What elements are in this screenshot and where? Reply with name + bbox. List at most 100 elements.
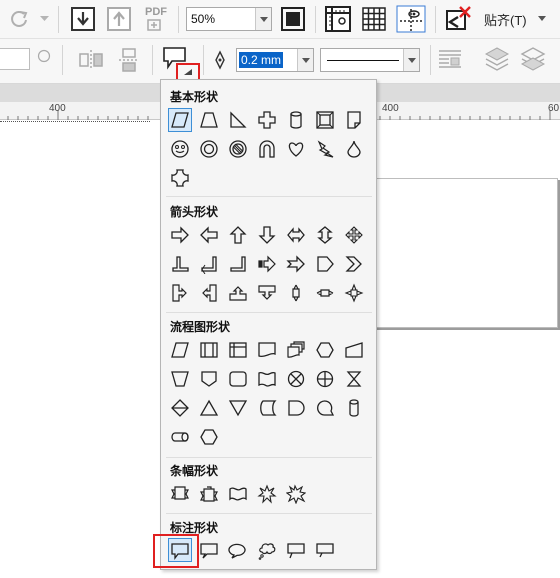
mirror-vertical-icon[interactable] bbox=[116, 47, 142, 73]
shape-sequential-access[interactable] bbox=[315, 398, 335, 418]
shape-punched-tape[interactable] bbox=[257, 369, 277, 389]
shape-manual-input[interactable] bbox=[344, 340, 364, 360]
show-guidelines-icon[interactable] bbox=[396, 5, 426, 33]
mirror-horizontal-icon[interactable] bbox=[78, 47, 104, 73]
shape-oval-callout[interactable] bbox=[228, 540, 248, 560]
shape-bent-up-arrow[interactable] bbox=[170, 254, 190, 274]
shape-arrow-callout-f[interactable] bbox=[315, 283, 335, 303]
shape-delay[interactable] bbox=[286, 398, 306, 418]
shape-lightning[interactable] bbox=[315, 139, 335, 159]
shape-striped-arrow[interactable] bbox=[257, 254, 277, 274]
to-back-icon[interactable] bbox=[520, 46, 546, 74]
shape-explosion-2[interactable] bbox=[286, 484, 306, 504]
shape-bent-arrow-b[interactable] bbox=[228, 254, 248, 274]
shape-frame[interactable] bbox=[315, 110, 335, 130]
shape-sort[interactable] bbox=[170, 398, 190, 418]
shape-arrow-quad[interactable] bbox=[344, 225, 364, 245]
shape-plaque[interactable] bbox=[170, 168, 190, 188]
snap-to-dropdown-icon[interactable] bbox=[538, 16, 546, 21]
shape-bent-arrow-a[interactable] bbox=[199, 254, 219, 274]
snap-to-menu-label[interactable]: 贴齐(T) bbox=[484, 10, 527, 29]
shape-stored-data[interactable] bbox=[257, 398, 277, 418]
shape-drop[interactable] bbox=[344, 139, 364, 159]
shape-direct-access[interactable] bbox=[170, 427, 190, 447]
shape-right-triangle[interactable] bbox=[228, 110, 248, 130]
document-page[interactable] bbox=[374, 178, 558, 328]
full-screen-icon[interactable] bbox=[280, 6, 306, 32]
shape-wave[interactable] bbox=[228, 484, 248, 504]
shape-extract[interactable] bbox=[199, 398, 219, 418]
redo-icon[interactable] bbox=[8, 8, 30, 30]
shape-line-callout-1[interactable] bbox=[286, 540, 306, 560]
shape-collate[interactable] bbox=[344, 369, 364, 389]
shape-donut[interactable] bbox=[199, 139, 219, 159]
shape-multidocument[interactable] bbox=[286, 340, 306, 360]
shape-arrow-callout-e[interactable] bbox=[286, 283, 306, 303]
shape-display[interactable] bbox=[199, 427, 219, 447]
shape-parallelogram[interactable] bbox=[170, 110, 190, 130]
shape-arrow-callout-c[interactable] bbox=[228, 283, 248, 303]
shape-ribbon-down[interactable] bbox=[199, 484, 219, 504]
text-wrap-icon[interactable] bbox=[437, 47, 463, 73]
import-icon[interactable] bbox=[70, 6, 96, 32]
app-window: PDF 50% 贴齐(T) 0.2 mm 400 400 60 基本形状 箭头形… bbox=[0, 0, 560, 578]
line-style-combo[interactable] bbox=[320, 48, 420, 72]
corner-radius-icon[interactable] bbox=[37, 49, 51, 63]
line-style-dropdown-button[interactable] bbox=[403, 49, 419, 71]
shape-off-page[interactable] bbox=[199, 369, 219, 389]
shape-alternate-process[interactable] bbox=[228, 369, 248, 389]
zoom-value[interactable]: 50% bbox=[191, 12, 215, 26]
show-grid-icon[interactable] bbox=[360, 5, 388, 33]
shape-arrow-down[interactable] bbox=[257, 225, 277, 245]
export-icon[interactable] bbox=[106, 6, 132, 32]
shape-summing-junction[interactable] bbox=[286, 369, 306, 389]
shape-preparation[interactable] bbox=[315, 340, 335, 360]
shape-explosion-1[interactable] bbox=[257, 484, 277, 504]
shape-trapezoid[interactable] bbox=[199, 110, 219, 130]
shape-cylinder[interactable] bbox=[286, 110, 306, 130]
shape-magnetic-disk[interactable] bbox=[344, 398, 364, 418]
object-size-field[interactable] bbox=[0, 48, 30, 70]
shape-data[interactable] bbox=[170, 340, 190, 360]
shape-or[interactable] bbox=[315, 369, 335, 389]
shape-ribbon-up[interactable] bbox=[170, 484, 190, 504]
shape-arrow-left-right[interactable] bbox=[286, 225, 306, 245]
outline-width-value[interactable]: 0.2 mm bbox=[239, 52, 284, 68]
shape-arrow-callout-b[interactable] bbox=[199, 283, 219, 303]
shape-arrow-up-down[interactable] bbox=[315, 225, 335, 245]
zoom-dropdown-button[interactable] bbox=[255, 8, 271, 30]
shape-smiley[interactable] bbox=[170, 139, 190, 159]
zoom-level-combo[interactable]: 50% bbox=[186, 7, 272, 31]
shape-arch[interactable] bbox=[257, 139, 277, 159]
show-rulers-icon[interactable] bbox=[324, 5, 352, 33]
shape-manual-operation[interactable] bbox=[170, 369, 190, 389]
shape-chevron[interactable] bbox=[344, 254, 364, 274]
shape-no-symbol[interactable] bbox=[228, 139, 248, 159]
shape-predefined-process[interactable] bbox=[199, 340, 219, 360]
shape-arrow-up[interactable] bbox=[228, 225, 248, 245]
to-front-icon[interactable] bbox=[484, 46, 510, 74]
publish-pdf-icon[interactable]: PDF bbox=[144, 6, 170, 32]
shape-notched-arrow[interactable] bbox=[286, 254, 306, 274]
shape-rect-callout-2[interactable] bbox=[199, 540, 219, 560]
redo-dropdown-icon[interactable] bbox=[40, 16, 49, 22]
shape-pentagon-arrow[interactable] bbox=[315, 254, 335, 274]
shape-heart[interactable] bbox=[286, 139, 306, 159]
outline-pen-icon[interactable] bbox=[212, 50, 228, 70]
outline-width-combo[interactable]: 0.2 mm bbox=[236, 48, 314, 72]
outline-width-dropdown-button[interactable] bbox=[297, 49, 313, 71]
toolbar-separator bbox=[430, 45, 431, 75]
shape-line-callout-2[interactable] bbox=[315, 540, 335, 560]
shape-arrow-callout-d[interactable] bbox=[257, 283, 277, 303]
shape-arrow-right[interactable] bbox=[170, 225, 190, 245]
shape-arrow-left[interactable] bbox=[199, 225, 219, 245]
shape-folded-corner[interactable] bbox=[344, 110, 364, 130]
snap-off-icon[interactable] bbox=[444, 5, 472, 33]
shape-document[interactable] bbox=[257, 340, 277, 360]
shape-arrow-callout-g[interactable] bbox=[344, 283, 364, 303]
shape-internal-storage[interactable] bbox=[228, 340, 248, 360]
shape-merge[interactable] bbox=[228, 398, 248, 418]
shape-cloud-callout[interactable] bbox=[257, 540, 277, 560]
shape-arrow-callout-a[interactable] bbox=[170, 283, 190, 303]
shape-cross[interactable] bbox=[257, 110, 277, 130]
